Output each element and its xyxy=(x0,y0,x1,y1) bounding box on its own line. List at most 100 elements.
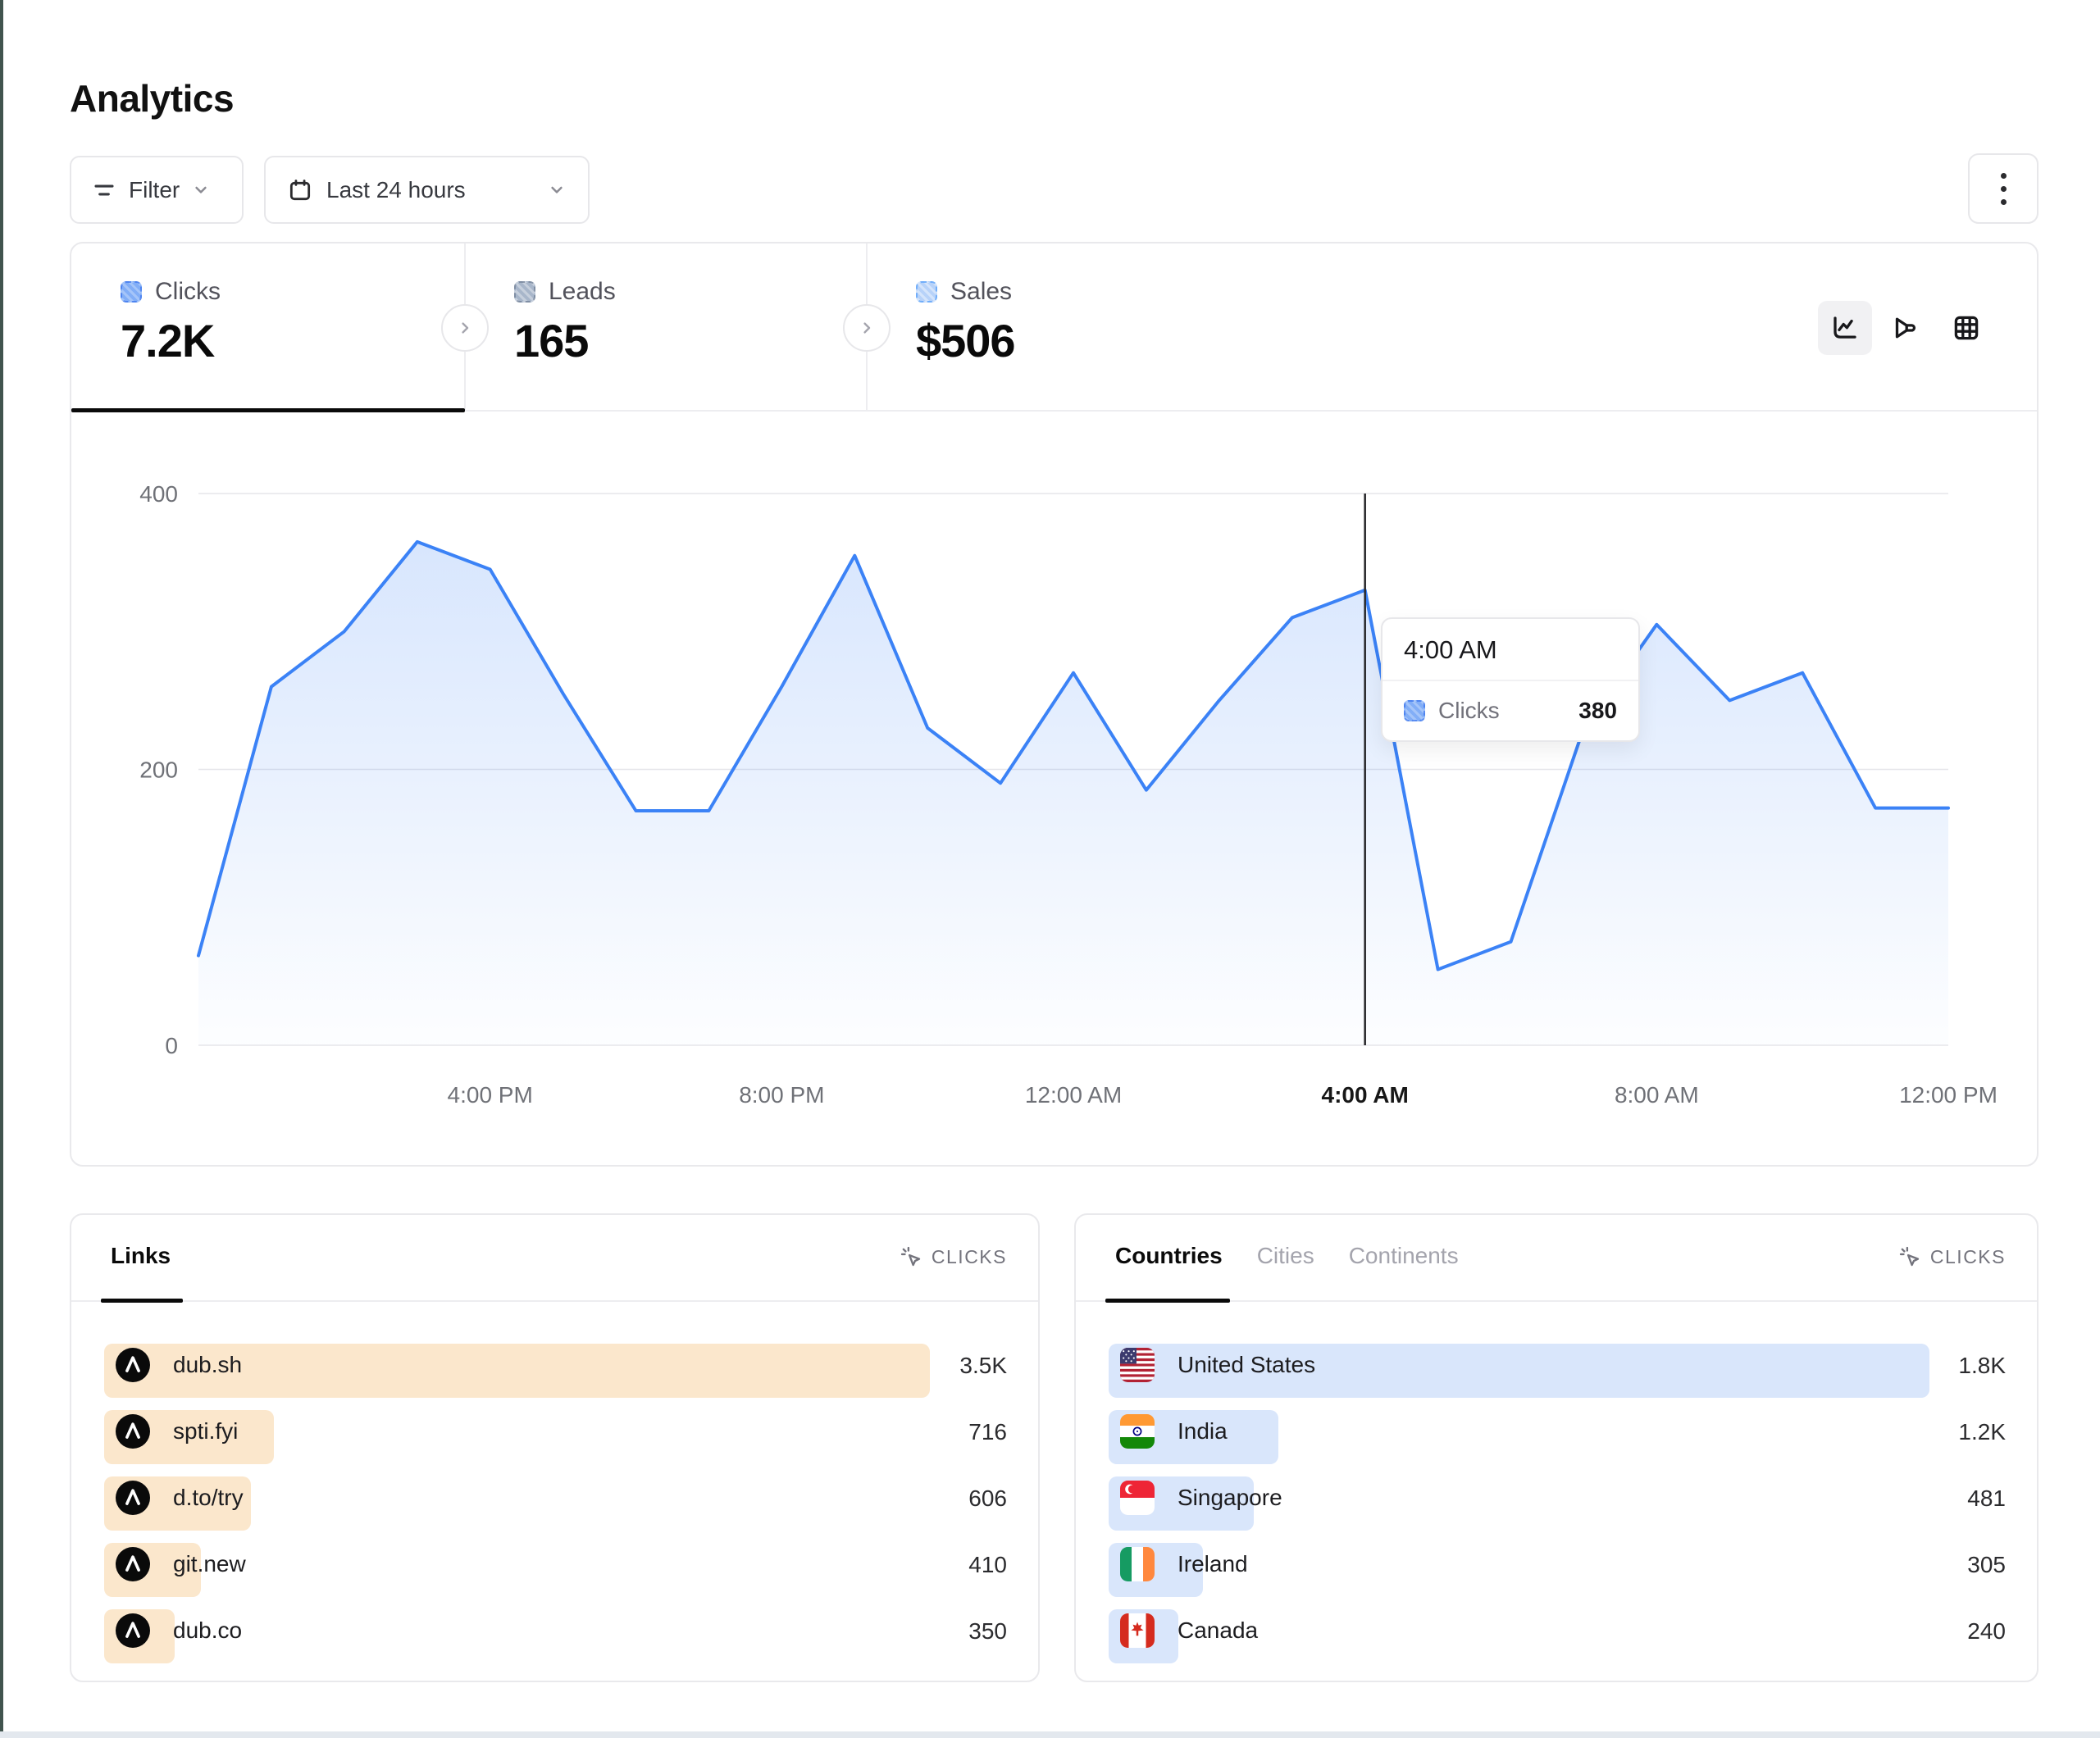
analytics-card: Clicks 7.2K Leads 165 Sales $506 xyxy=(70,242,2039,1167)
y-axis-tick: 0 xyxy=(165,1033,178,1058)
sales-tab-value: $506 xyxy=(916,314,1269,367)
row-label: United States xyxy=(1178,1352,1315,1378)
sales-tab-label: Sales xyxy=(950,278,1012,306)
row-label: dub.co xyxy=(173,1617,242,1644)
countries-list: United States 1.8K India1.2K Singapore 481 Ir… xyxy=(1109,1338,2006,1670)
cursor-click-icon xyxy=(899,1244,923,1269)
funnel-view-button[interactable] xyxy=(1879,301,1933,355)
tab-cities[interactable]: Cities xyxy=(1257,1243,1314,1269)
row-label: git.new xyxy=(173,1551,246,1577)
countries-metric-badge[interactable]: CLICKS xyxy=(1897,1244,2006,1269)
row-label: Canada xyxy=(1178,1617,1258,1644)
flag-in-icon xyxy=(1120,1414,1155,1449)
x-axis-tick: 8:00 AM xyxy=(1615,1082,1699,1108)
clicks-tab-value: 7.2K xyxy=(121,314,465,367)
list-item[interactable]: India1.2K xyxy=(1109,1404,2006,1471)
y-axis-tick: 200 xyxy=(139,758,178,783)
tooltip-series-value: 380 xyxy=(1578,698,1617,724)
line-chart-view-button[interactable] xyxy=(1818,301,1872,355)
row-label: Singapore xyxy=(1178,1485,1282,1511)
tab-leads[interactable]: Leads 165 xyxy=(465,243,867,412)
leads-tab-label: Leads xyxy=(549,278,616,306)
row-value: 410 xyxy=(968,1552,1007,1578)
x-axis-tick: 12:00 AM xyxy=(1025,1082,1122,1108)
tooltip-time: 4:00 AM xyxy=(1383,619,1638,681)
flag-ie-icon xyxy=(1120,1547,1155,1581)
chevron-down-icon xyxy=(191,180,211,200)
links-panel-header: Links CLICKS xyxy=(71,1215,1038,1302)
chevron-down-icon xyxy=(547,180,567,200)
tab-sales[interactable]: Sales $506 xyxy=(867,243,1269,412)
row-label: spti.fyi xyxy=(173,1418,238,1445)
links-list: dub.sh 3.5K spti.fyi 716 d.to/try 606 git.new 4… xyxy=(104,1338,1007,1670)
tooltip-series-chip xyxy=(1404,700,1425,721)
x-axis-tick: 8:00 PM xyxy=(739,1082,824,1108)
date-range-button[interactable]: Last 24 hours xyxy=(264,156,590,224)
clicks-area-chart[interactable]: 0 200 400 4:00 PM 8:00 PM 12:00 AM 4:00 AM 8:00… xyxy=(71,412,2037,1165)
countries-active-tab-indicator xyxy=(1105,1299,1230,1303)
links-metric-label: CLICKS xyxy=(932,1246,1007,1268)
list-item[interactable]: spti.fyi 716 xyxy=(104,1404,1007,1471)
tab-links[interactable]: Links xyxy=(111,1243,171,1269)
chart-tooltip: 4:00 AM Clicks 380 xyxy=(1381,617,1640,742)
countries-panel: Countries Cities Continents CLICKS Unite… xyxy=(1074,1213,2039,1682)
row-value: 350 xyxy=(968,1618,1007,1645)
x-axis-tick: 4:00 PM xyxy=(448,1082,533,1108)
tooltip-series-label: Clicks xyxy=(1438,698,1565,724)
filter-button-label: Filter xyxy=(129,177,180,203)
more-options-button[interactable] xyxy=(1968,153,2039,224)
tab-countries[interactable]: Countries xyxy=(1115,1243,1223,1269)
leads-tab-value: 165 xyxy=(514,314,867,367)
flag-sg-icon xyxy=(1120,1481,1155,1515)
tab-clicks[interactable]: Clicks 7.2K xyxy=(71,243,465,412)
countries-metric-label: CLICKS xyxy=(1930,1246,2006,1268)
flag-ca-icon xyxy=(1120,1613,1155,1648)
stat-tabs-row: Clicks 7.2K Leads 165 Sales $506 xyxy=(71,243,2037,412)
leads-legend-chip xyxy=(514,281,535,303)
row-value: 3.5K xyxy=(959,1353,1007,1379)
y-axis-tick: 400 xyxy=(139,481,178,507)
links-panel: Links CLICKS dub.sh 3.5K spti.fyi 716 d.to/t… xyxy=(70,1213,1040,1682)
row-value: 240 xyxy=(1967,1618,2006,1645)
row-value: 606 xyxy=(968,1485,1007,1512)
row-value: 716 xyxy=(968,1419,1007,1445)
countries-panel-header: Countries Cities Continents CLICKS xyxy=(1076,1215,2037,1302)
x-axis-tick: 4:00 AM xyxy=(1322,1082,1409,1108)
links-metric-badge[interactable]: CLICKS xyxy=(899,1244,1007,1269)
date-range-label: Last 24 hours xyxy=(326,177,466,203)
x-axis-tick: 12:00 PM xyxy=(1899,1082,1998,1108)
table-view-button[interactable] xyxy=(1939,301,1993,355)
page-title: Analytics xyxy=(70,76,234,121)
dub-logo-icon xyxy=(116,1348,150,1382)
dub-logo-icon xyxy=(116,1481,150,1515)
list-item[interactable]: Singapore 481 xyxy=(1109,1471,2006,1537)
list-item[interactable]: Canada 240 xyxy=(1109,1604,2006,1670)
row-value: 1.8K xyxy=(1958,1353,2006,1379)
row-label: d.to/try xyxy=(173,1485,244,1511)
row-value: 481 xyxy=(1967,1485,2006,1512)
sales-legend-chip xyxy=(916,281,937,303)
flag-us-icon xyxy=(1120,1348,1155,1382)
tab-continents[interactable]: Continents xyxy=(1349,1243,1459,1269)
list-item[interactable]: dub.sh 3.5K xyxy=(104,1338,1007,1404)
row-label: Ireland xyxy=(1178,1551,1248,1577)
list-item[interactable]: dub.co 350 xyxy=(104,1604,1007,1670)
kebab-icon xyxy=(2001,173,2007,205)
list-item[interactable]: d.to/try 606 xyxy=(104,1471,1007,1537)
bottom-strip xyxy=(0,1731,2100,1738)
calendar-icon xyxy=(287,177,313,203)
row-value: 1.2K xyxy=(1958,1419,2006,1445)
list-item[interactable]: git.new 410 xyxy=(104,1537,1007,1604)
links-active-tab-indicator xyxy=(101,1299,183,1303)
left-accent-edge xyxy=(0,0,3,1738)
row-label: dub.sh xyxy=(173,1352,242,1378)
filter-icon xyxy=(91,177,117,203)
clicks-tab-label: Clicks xyxy=(155,278,221,306)
list-item[interactable]: Ireland 305 xyxy=(1109,1537,2006,1604)
row-value: 305 xyxy=(1967,1552,2006,1578)
filter-button[interactable]: Filter xyxy=(70,156,244,224)
clicks-legend-chip xyxy=(121,281,142,303)
dub-logo-icon xyxy=(116,1547,150,1581)
cursor-click-icon xyxy=(1897,1244,1922,1269)
list-item[interactable]: United States 1.8K xyxy=(1109,1338,2006,1404)
